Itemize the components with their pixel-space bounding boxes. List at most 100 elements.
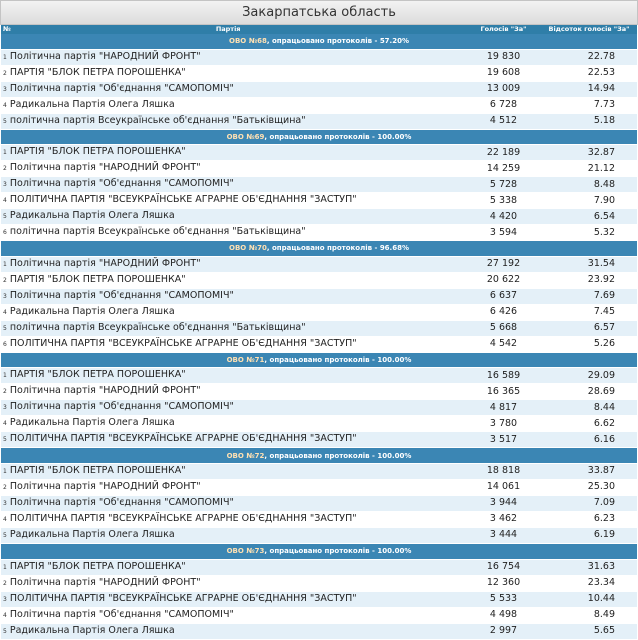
table-row: 5 політична партія Всеукраїнське об'єдна… <box>1 113 637 130</box>
district-name-link[interactable]: ОВО №72 <box>227 452 265 460</box>
percent-cell: 6.54 <box>541 208 637 226</box>
party-name: політична партія Всеукраїнське об'єднанн… <box>9 226 306 238</box>
table-row: 1 Політична партія "НАРОДНИЙ ФРОНТ" 27 19… <box>1 256 637 273</box>
votes-cell: 5 668 <box>466 320 541 337</box>
table-row: 4 Політична партія "Об'єднання "САМОПОМІ… <box>1 607 637 624</box>
party-name: Радикальна Партія Олега Ляшка <box>9 305 175 317</box>
party-name: Радикальна Партія Олега Ляшка <box>9 417 175 429</box>
party-name: ПАРТІЯ "БЛОК ПЕТРА ПОРОШЕНКА" <box>9 464 186 476</box>
rank-number: 6 <box>3 340 7 348</box>
percent-cell: 6.23 <box>541 511 637 528</box>
party-name: політична партія Всеукраїнське об'єднанн… <box>9 321 306 333</box>
table-row: 2 Політична партія "НАРОДНИЙ ФРОНТ" 16 36… <box>1 383 637 401</box>
votes-cell: 16 754 <box>466 559 541 576</box>
votes-cell: 20 622 <box>466 272 541 289</box>
party-name: Політична партія "Об'єднання "САМОПОМІЧ" <box>9 178 234 190</box>
rank-number: 3 <box>3 181 7 189</box>
rank-number: 5 <box>3 213 7 221</box>
district-progress-note: , опрацьовано протоколів - 100.00% <box>264 356 412 365</box>
votes-cell: 6 637 <box>466 288 541 305</box>
party-cell: 3 Політична партія "Об'єднання "САМОПОМІ… <box>1 399 466 417</box>
percent-cell: 8.49 <box>541 607 637 624</box>
votes-cell: 14 061 <box>466 479 541 496</box>
percent-cell: 8.44 <box>541 399 637 417</box>
party-name: Політична партія "НАРОДНИЙ ФРОНТ" <box>9 385 201 397</box>
percent-cell: 7.45 <box>541 304 637 321</box>
votes-cell: 4 542 <box>466 336 541 353</box>
table-row: 2 Політична партія "НАРОДНИЙ ФРОНТ" 12 36… <box>1 575 637 592</box>
party-name: Політична партія "НАРОДНИЙ ФРОНТ" <box>9 576 201 588</box>
votes-cell: 5 338 <box>466 192 541 210</box>
party-cell: 3 Політична партія "Об'єднання "САМОПОМІ… <box>1 81 466 98</box>
percent-cell: 7.69 <box>541 288 637 305</box>
party-cell: 3 Політична партія "Об'єднання "САМОПОМІ… <box>1 176 466 194</box>
party-name: ПОЛІТИЧНА ПАРТІЯ "ВСЕУКРАЇНСЬКЕ АГРАРНЕ … <box>9 512 357 524</box>
district-name-link[interactable]: ОВО №68 <box>229 37 267 45</box>
rank-number: 1 <box>3 467 7 475</box>
votes-cell: 5 728 <box>466 176 541 194</box>
rank-number: 3 <box>3 595 7 603</box>
party-cell: 5 політична партія Всеукраїнське об'єдна… <box>1 320 466 337</box>
rank-number: 2 <box>3 388 7 396</box>
party-name: Політична партія "Об'єднання "САМОПОМІЧ" <box>9 496 234 508</box>
table-row: 4 Радикальна Партія Олега Ляшка 6 728 7.73 <box>1 97 637 114</box>
votes-cell: 22 189 <box>466 144 541 162</box>
table-body: ОВО №68, опрацьовано протоколів - 57.20%… <box>1 34 637 640</box>
percent-cell: 22.53 <box>541 65 637 82</box>
table-row: 4 ПОЛІТИЧНА ПАРТІЯ "ВСЕУКРАЇНСЬКЕ АГРАРН… <box>1 192 637 210</box>
rank-number: 3 <box>3 85 7 93</box>
votes-cell: 3 444 <box>466 527 541 544</box>
percent-cell: 5.26 <box>541 336 637 353</box>
page-title: Закарпатська область <box>0 0 638 25</box>
district-name-link[interactable]: ОВО №70 <box>229 244 267 252</box>
rank-number: 1 <box>3 149 7 157</box>
rank-number: 3 <box>3 499 7 507</box>
table-row: 3 Політична партія "Об'єднання "САМОПОМІ… <box>1 176 637 194</box>
votes-cell: 19 608 <box>466 65 541 82</box>
percent-cell: 6.57 <box>541 320 637 337</box>
district-section-header: ОВО №72, опрацьовано протоколів - 100.00… <box>1 447 637 464</box>
percent-cell: 5.32 <box>541 224 637 242</box>
party-cell: 6 ПОЛІТИЧНА ПАРТІЯ "ВСЕУКРАЇНСЬКЕ АГРАРН… <box>1 336 466 353</box>
table-row: 4 Радикальна Партія Олега Ляшка 6 426 7.45 <box>1 304 637 321</box>
table-row: 3 Політична партія "Об'єднання "САМОПОМІ… <box>1 81 637 98</box>
rank-number: 1 <box>3 53 7 61</box>
party-cell: 1 Політична партія "НАРОДНИЙ ФРОНТ" <box>1 256 466 273</box>
party-name: ПАРТІЯ "БЛОК ПЕТРА ПОРОШЕНКА" <box>9 66 186 78</box>
district-name-link[interactable]: ОВО №73 <box>227 547 265 555</box>
percent-cell: 6.62 <box>541 415 637 433</box>
votes-cell: 16 589 <box>466 367 541 385</box>
percent-cell: 10.44 <box>541 591 637 608</box>
percent-cell: 23.92 <box>541 272 637 289</box>
party-cell: 2 Політична партія "НАРОДНИЙ ФРОНТ" <box>1 383 466 401</box>
table-row: 5 ПОЛІТИЧНА ПАРТІЯ "ВСЕУКРАЇНСЬКЕ АГРАРН… <box>1 431 637 449</box>
district-progress-note: , опрацьовано протоколів - 100.00% <box>264 132 412 141</box>
votes-cell: 13 009 <box>466 81 541 98</box>
district-name-link[interactable]: ОВО №71 <box>227 356 265 364</box>
party-name: Політична партія "Об'єднання "САМОПОМІЧ" <box>9 289 234 301</box>
district-name-link[interactable]: ОВО №69 <box>227 133 265 141</box>
party-cell: 4 Радикальна Партія Олега Ляшка <box>1 415 466 433</box>
header-num-party: № Партія <box>1 25 466 34</box>
percent-cell: 31.54 <box>541 256 637 273</box>
percent-cell: 33.87 <box>541 463 637 480</box>
district-section-cell: ОВО №73, опрацьовано протоколів - 100.00… <box>1 543 637 560</box>
percent-cell: 23.34 <box>541 575 637 592</box>
percent-cell: 21.12 <box>541 160 637 178</box>
table-row: 3 Політична партія "Об'єднання "САМОПОМІ… <box>1 495 637 512</box>
votes-cell: 2 997 <box>466 623 541 640</box>
district-section-cell: ОВО №68, опрацьовано протоколів - 57.20% <box>1 34 637 50</box>
table-row: 6 ПОЛІТИЧНА ПАРТІЯ "ВСЕУКРАЇНСЬКЕ АГРАРН… <box>1 336 637 353</box>
votes-cell: 3 594 <box>466 224 541 242</box>
percent-cell: 31.63 <box>541 559 637 576</box>
percent-cell: 7.09 <box>541 495 637 512</box>
party-name: ПОЛІТИЧНА ПАРТІЯ "ВСЕУКРАЇНСЬКЕ АГРАРНЕ … <box>9 337 357 349</box>
party-name: Політична партія "НАРОДНИЙ ФРОНТ" <box>9 50 201 62</box>
party-name: ПАРТІЯ "БЛОК ПЕТРА ПОРОШЕНКА" <box>9 560 186 572</box>
party-cell: 5 Радикальна Партія Олега Ляшка <box>1 208 466 226</box>
party-cell: 1 ПАРТІЯ "БЛОК ПЕТРА ПОРОШЕНКА" <box>1 463 466 480</box>
votes-cell: 16 365 <box>466 383 541 401</box>
table-row: 5 Радикальна Партія Олега Ляшка 4 420 6.54 <box>1 208 637 226</box>
party-name: Радикальна Партія Олега Ляшка <box>9 210 175 222</box>
votes-cell: 4 817 <box>466 399 541 417</box>
